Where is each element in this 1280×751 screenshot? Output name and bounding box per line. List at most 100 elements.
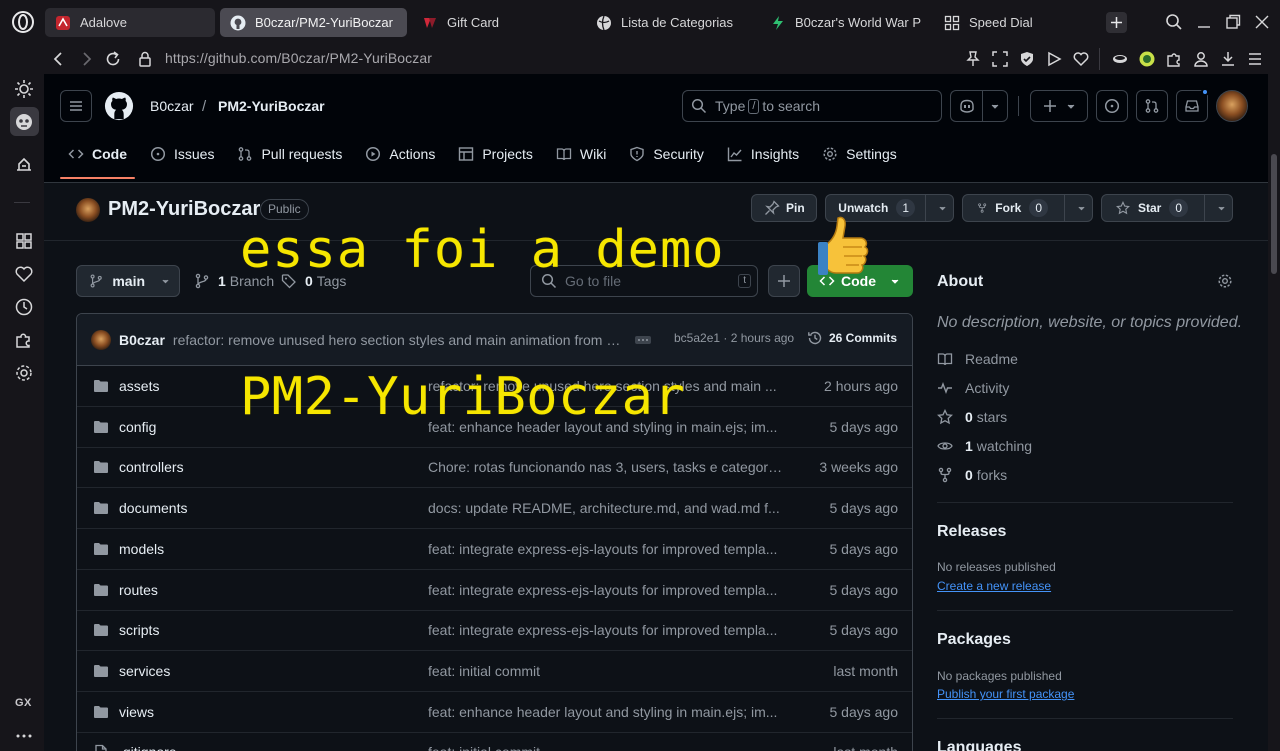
tab-settings[interactable]: Settings [814, 136, 905, 172]
packages-heading[interactable]: Packages [937, 631, 1011, 649]
pull-requests-button[interactable] [1136, 90, 1168, 122]
breadcrumb-repo[interactable]: PM2-YuriBoczar [218, 98, 325, 114]
tab-actions[interactable]: Actions [357, 136, 443, 172]
tab-github-repo[interactable]: B0czar/PM2-YuriBoczar [220, 8, 407, 37]
copilot-dropdown-button[interactable] [982, 90, 1008, 122]
file-row[interactable]: documents docs: update README, architectu… [77, 488, 912, 530]
twitch-icon[interactable] [14, 154, 34, 174]
pin-button[interactable]: Pin [751, 194, 817, 222]
file-commit-message[interactable]: feat: initial commit [428, 663, 783, 679]
tab-world-war[interactable]: B0czar's World War P [760, 8, 930, 37]
commit-hash-time[interactable]: bc5a2e1 · 2 hours ago [674, 331, 794, 345]
fork-dropdown[interactable] [1064, 195, 1092, 221]
file-name[interactable]: scripts [119, 622, 159, 638]
stars-link[interactable]: 0 stars [937, 409, 1007, 425]
file-name[interactable]: config [119, 419, 156, 435]
opera-gx-logo-icon[interactable] [11, 10, 35, 34]
speed-dial-grid-icon[interactable] [14, 231, 34, 251]
lock-icon[interactable] [136, 50, 154, 68]
settings-gear-icon[interactable] [14, 363, 34, 383]
file-row[interactable]: .gitignore feat: initial commit last month [77, 732, 912, 751]
create-new-button[interactable] [1030, 90, 1088, 122]
file-row[interactable]: scripts feat: integrate express-ejs-layou… [77, 610, 912, 652]
history-clock-icon[interactable] [14, 297, 34, 317]
tab-gift-card[interactable]: Gift Card [412, 8, 582, 37]
file-commit-message[interactable]: feat: integrate express-ejs-layouts for … [428, 622, 783, 638]
file-row[interactable]: views feat: enhance header layout and sty… [77, 692, 912, 733]
tab-code[interactable]: Code [60, 136, 135, 179]
commit-expand-button[interactable] [634, 335, 651, 344]
watch-dropdown[interactable] [925, 195, 953, 221]
watching-link[interactable]: 1 watching [937, 438, 1032, 454]
readme-link[interactable]: Readme [937, 351, 1018, 367]
file-row[interactable]: routes feat: integrate express-ejs-layout… [77, 570, 912, 611]
tab-insights[interactable]: Insights [719, 136, 807, 172]
github-logo-icon[interactable] [104, 91, 134, 121]
tab-security[interactable]: Security [621, 136, 712, 172]
account-icon[interactable] [1192, 50, 1210, 68]
tab-issues[interactable]: Issues [142, 136, 222, 172]
repo-title[interactable]: PM2-YuriBoczar [108, 198, 260, 221]
screenshot-icon[interactable] [991, 50, 1009, 68]
tab-search-icon[interactable] [1165, 13, 1183, 31]
file-commit-message[interactable]: feat: enhance header layout and styling … [428, 704, 783, 720]
vpn-shield-icon[interactable] [1018, 50, 1036, 68]
heart-bookmark-icon[interactable] [1072, 50, 1090, 68]
releases-heading[interactable]: Releases [937, 523, 1006, 541]
extension-badge-icon[interactable] [1138, 50, 1156, 68]
player-icon[interactable] [1045, 50, 1063, 68]
search-input[interactable]: Type / to search [682, 90, 942, 122]
reload-icon[interactable] [104, 50, 122, 68]
gx-corner-icon[interactable] [14, 112, 34, 132]
file-name[interactable]: documents [119, 500, 187, 516]
forward-icon[interactable] [77, 50, 95, 68]
tab-speed-dial[interactable]: Speed Dial [934, 8, 1099, 37]
edit-about-gear-icon[interactable] [1217, 273, 1233, 289]
file-row[interactable]: models feat: integrate express-ejs-layout… [77, 529, 912, 570]
add-file-button[interactable] [768, 265, 800, 297]
file-name[interactable]: services [119, 663, 170, 679]
file-name[interactable]: routes [119, 582, 158, 598]
user-avatar[interactable] [1216, 90, 1248, 122]
extensions-icon[interactable] [14, 330, 34, 350]
restore-window-icon[interactable] [1224, 13, 1242, 31]
more-dots-icon[interactable] [14, 726, 34, 746]
file-commit-message[interactable]: docs: update README, architecture.md, an… [428, 500, 783, 516]
file-name[interactable]: views [119, 704, 154, 720]
tab-lista-categorias[interactable]: Lista de Categorias [586, 8, 756, 37]
gx-control-icon[interactable] [14, 79, 34, 99]
file-name[interactable]: assets [119, 378, 159, 394]
file-row[interactable]: services feat: initial commit last month [77, 651, 912, 692]
easy-setup-menu-icon[interactable] [1246, 50, 1264, 68]
bookmarks-heart-icon[interactable] [14, 264, 34, 284]
commit-author[interactable]: B0czar [119, 332, 165, 348]
create-release-link[interactable]: Create a new release [937, 579, 1051, 593]
activity-link[interactable]: Activity [937, 380, 1009, 396]
gx-badge[interactable]: GX [15, 697, 32, 709]
file-row[interactable]: controllers Chore: rotas funcionando nas … [77, 447, 912, 489]
download-icon[interactable] [1219, 50, 1237, 68]
profile-dot-icon[interactable] [1111, 50, 1129, 68]
star-button[interactable]: Star 0 [1101, 194, 1233, 222]
issues-button[interactable] [1096, 90, 1128, 122]
back-icon[interactable] [50, 50, 68, 68]
tab-adalove[interactable]: Adalove [45, 8, 215, 37]
file-commit-message[interactable]: feat: integrate express-ejs-layouts for … [428, 582, 783, 598]
repo-owner-avatar[interactable] [76, 198, 100, 222]
tab-wiki[interactable]: Wiki [548, 136, 614, 172]
close-window-icon[interactable] [1253, 13, 1271, 31]
file-commit-message[interactable]: feat: integrate express-ejs-layouts for … [428, 541, 783, 557]
breadcrumb-owner[interactable]: B0czar [150, 98, 194, 114]
fork-button[interactable]: Fork 0 [962, 194, 1093, 222]
branch-selector[interactable]: main [76, 265, 180, 297]
commits-link[interactable]: 26 Commits [807, 330, 897, 346]
file-commit-message[interactable]: feat: initial commit [428, 744, 783, 751]
new-tab-button[interactable] [1106, 12, 1127, 33]
file-name[interactable]: controllers [119, 459, 184, 475]
copilot-button[interactable] [950, 90, 982, 122]
star-dropdown[interactable] [1204, 195, 1232, 221]
forks-link[interactable]: 0 forks [937, 467, 1007, 483]
url-field[interactable]: https://github.com/B0czar/PM2-YuriBoczar [165, 50, 432, 66]
publish-package-link[interactable]: Publish your first package [937, 687, 1074, 701]
commit-message[interactable]: refactor: remove unused hero section sty… [173, 332, 623, 348]
